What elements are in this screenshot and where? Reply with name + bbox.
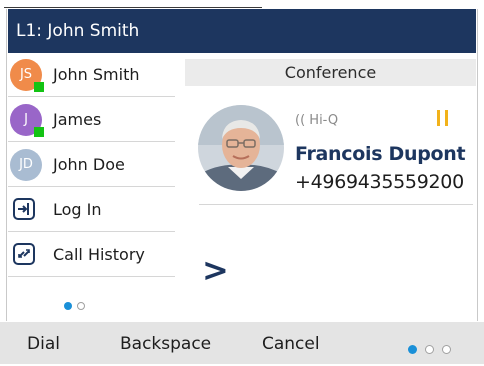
login-icon — [13, 198, 35, 220]
page-dot-active — [408, 345, 417, 354]
sidebar-item-label: James — [53, 110, 102, 129]
sidebar-item-label: John Doe — [53, 155, 125, 174]
caller-photo — [198, 105, 284, 191]
call-history-icon — [13, 243, 35, 265]
sidebar-item-label: Log In — [53, 200, 102, 219]
sidebar-item-john-smith[interactable]: JS John Smith — [8, 53, 175, 97]
presence-indicator — [34, 82, 44, 92]
sidebar-item-call-history[interactable]: Call History — [8, 233, 175, 277]
presence-indicator — [34, 127, 44, 137]
dial-softkey[interactable]: Dial — [27, 322, 60, 366]
line-title: L1: John Smith — [16, 21, 140, 41]
sidebar-item-james[interactable]: J James — [8, 98, 175, 142]
bezel-right — [476, 9, 484, 364]
caller-name: Francois Dupont — [295, 143, 466, 165]
divider — [199, 204, 473, 205]
page-dot-active — [64, 302, 72, 310]
page-dot — [77, 302, 85, 310]
sidebar-item-john-doe[interactable]: JD John Doe — [8, 143, 175, 187]
cancel-softkey[interactable]: Cancel — [262, 322, 320, 366]
bezel-left — [0, 9, 8, 364]
call-panel: Conference (( Hi-Q Francois Dupont +4969… — [185, 53, 476, 322]
sidebar-item-label: John Smith — [53, 65, 140, 84]
dial-entry-prompt[interactable]: > — [202, 251, 229, 289]
conference-header: Conference — [185, 59, 476, 86]
softkey-bar: Dial Backspace Cancel — [0, 322, 484, 364]
line-title-bar: L1: John Smith — [8, 9, 476, 53]
pause-icon — [436, 109, 450, 132]
hd-audio-badge: (( Hi-Q — [295, 113, 338, 128]
softkey-page-indicator — [408, 339, 459, 358]
sidebar-item-label: Call History — [53, 245, 145, 264]
hd-audio-label: Hi-Q — [309, 113, 339, 128]
caller-number: +4969435559200 — [295, 171, 464, 193]
page-dot — [425, 345, 434, 354]
avatar: JD — [10, 149, 42, 181]
bezel-top — [0, 0, 484, 9]
sidebar-item-log-in[interactable]: Log In — [8, 188, 175, 232]
page-dot — [442, 345, 451, 354]
sidebar-page-indicator — [64, 295, 90, 314]
hd-audio-icon: (( — [295, 113, 306, 128]
sidebar: JS John Smith J James JD John Doe Log In — [8, 53, 185, 322]
backspace-softkey[interactable]: Backspace — [120, 322, 211, 366]
